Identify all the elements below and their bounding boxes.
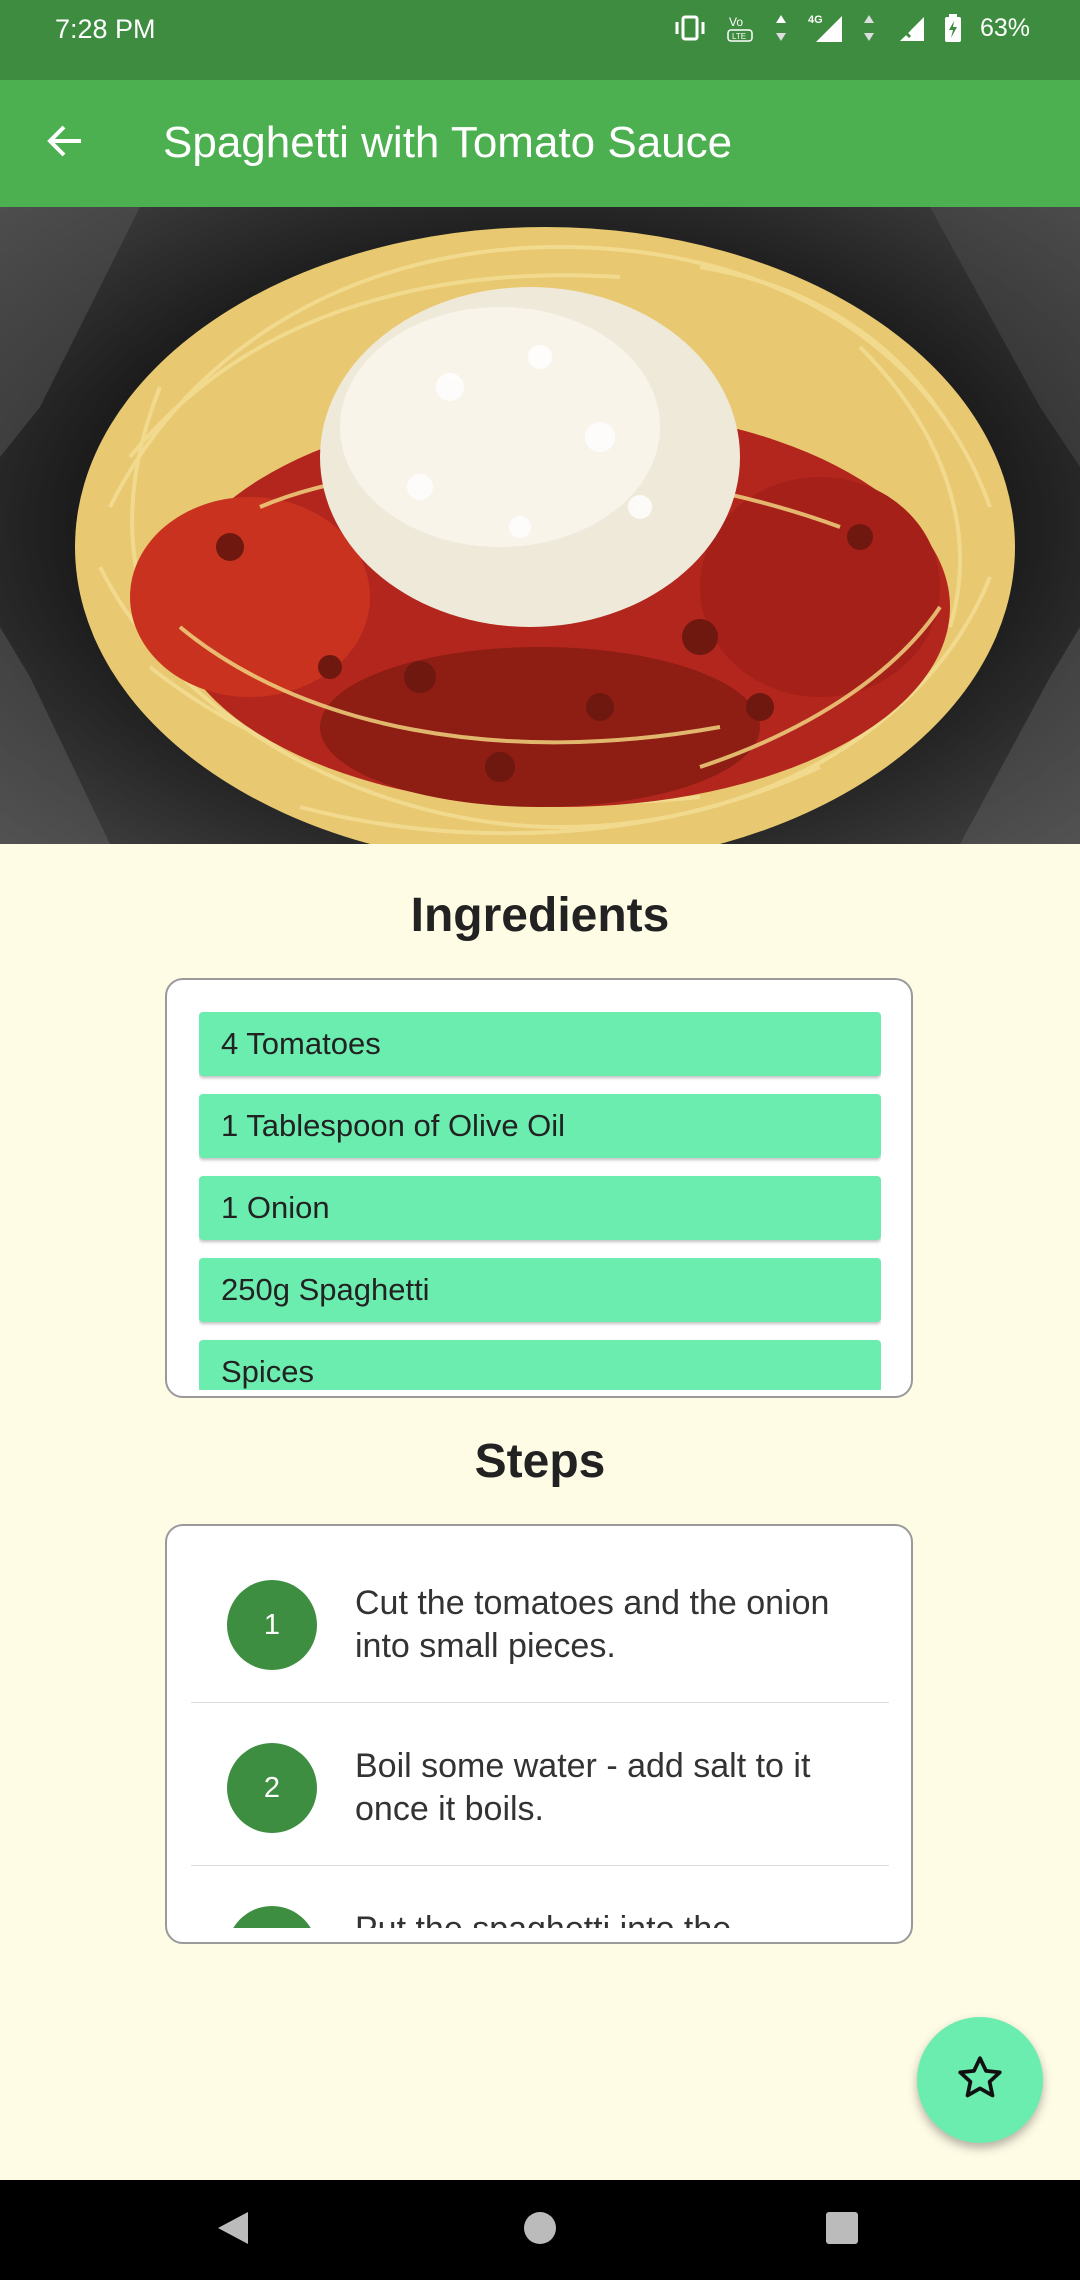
step-row[interactable]: 3 Put the spaghetti into the	[191, 1866, 889, 1928]
nav-back-button[interactable]	[203, 2200, 263, 2260]
volte-icon: Vo LTE	[726, 12, 756, 44]
data-arrows-icon	[862, 13, 876, 43]
4g-signal-icon: 4G	[806, 12, 844, 44]
back-triangle-icon	[216, 2210, 250, 2251]
data-arrows-icon	[774, 13, 788, 43]
status-time: 7:28 PM	[55, 14, 156, 44]
list-item[interactable]: 4 Tomatoes	[199, 1012, 881, 1076]
recents-square-icon	[825, 2211, 859, 2250]
page-title: Spaghetti with Tomato Sauce	[163, 118, 733, 167]
battery-charging-icon	[944, 13, 962, 43]
app-bar: Spaghetti with Tomato Sauce	[0, 80, 1080, 207]
list-item[interactable]: Spices	[199, 1340, 881, 1390]
list-item[interactable]: 1 Onion	[199, 1176, 881, 1240]
vibrate-icon	[672, 14, 708, 42]
nav-recents-button[interactable]	[812, 2200, 872, 2260]
status-icons: Vo LTE 4G 63%	[672, 12, 1030, 44]
recipe-image-illustration	[0, 207, 1080, 844]
battery-percent: 63%	[979, 13, 1030, 42]
home-circle-icon	[522, 2210, 558, 2251]
step-text: Put the spaghetti into the	[355, 1908, 865, 1928]
list-item[interactable]: 1 Tablespoon of Olive Oil	[199, 1094, 881, 1158]
step-number-badge: 3	[227, 1906, 317, 1928]
steps-list[interactable]: 1 Cut the tomatoes and the onion into sm…	[191, 1540, 889, 1928]
network-label: 4G	[808, 14, 823, 26]
list-item[interactable]: 250g Spaghetti	[199, 1258, 881, 1322]
ingredients-list[interactable]: 4 Tomatoes 1 Tablespoon of Olive Oil 1 O…	[199, 1012, 881, 1390]
svg-text:Vo: Vo	[729, 15, 743, 29]
ingredients-heading: Ingredients	[410, 889, 670, 942]
ingredients-card: 4 Tomatoes 1 Tablespoon of Olive Oil 1 O…	[165, 978, 913, 1398]
step-row[interactable]: 1 Cut the tomatoes and the onion into sm…	[191, 1540, 889, 1703]
back-button[interactable]	[30, 108, 100, 178]
step-text: Cut the tomatoes and the onion into smal…	[355, 1584, 830, 1665]
wifi-off-icon	[894, 13, 926, 43]
recipe-image	[0, 207, 1080, 844]
step-row[interactable]: 2 Boil some water - add salt to it once …	[191, 1703, 889, 1866]
step-text: Boil some water - add salt to it once it…	[355, 1747, 811, 1828]
arrow-left-icon	[45, 121, 85, 166]
system-nav-bar	[0, 2180, 1080, 2280]
favorite-fab[interactable]	[917, 2017, 1043, 2143]
steps-card: 1 Cut the tomatoes and the onion into sm…	[165, 1524, 913, 1944]
status-bar: 7:28 PM Vo LTE 4G 63%	[0, 0, 1080, 80]
step-number-badge: 1	[227, 1580, 317, 1670]
star-outline-icon	[955, 2053, 1005, 2108]
step-number-badge: 2	[227, 1743, 317, 1833]
steps-heading: Steps	[474, 1435, 606, 1488]
svg-text:LTE: LTE	[732, 32, 746, 41]
nav-home-button[interactable]	[510, 2200, 570, 2260]
